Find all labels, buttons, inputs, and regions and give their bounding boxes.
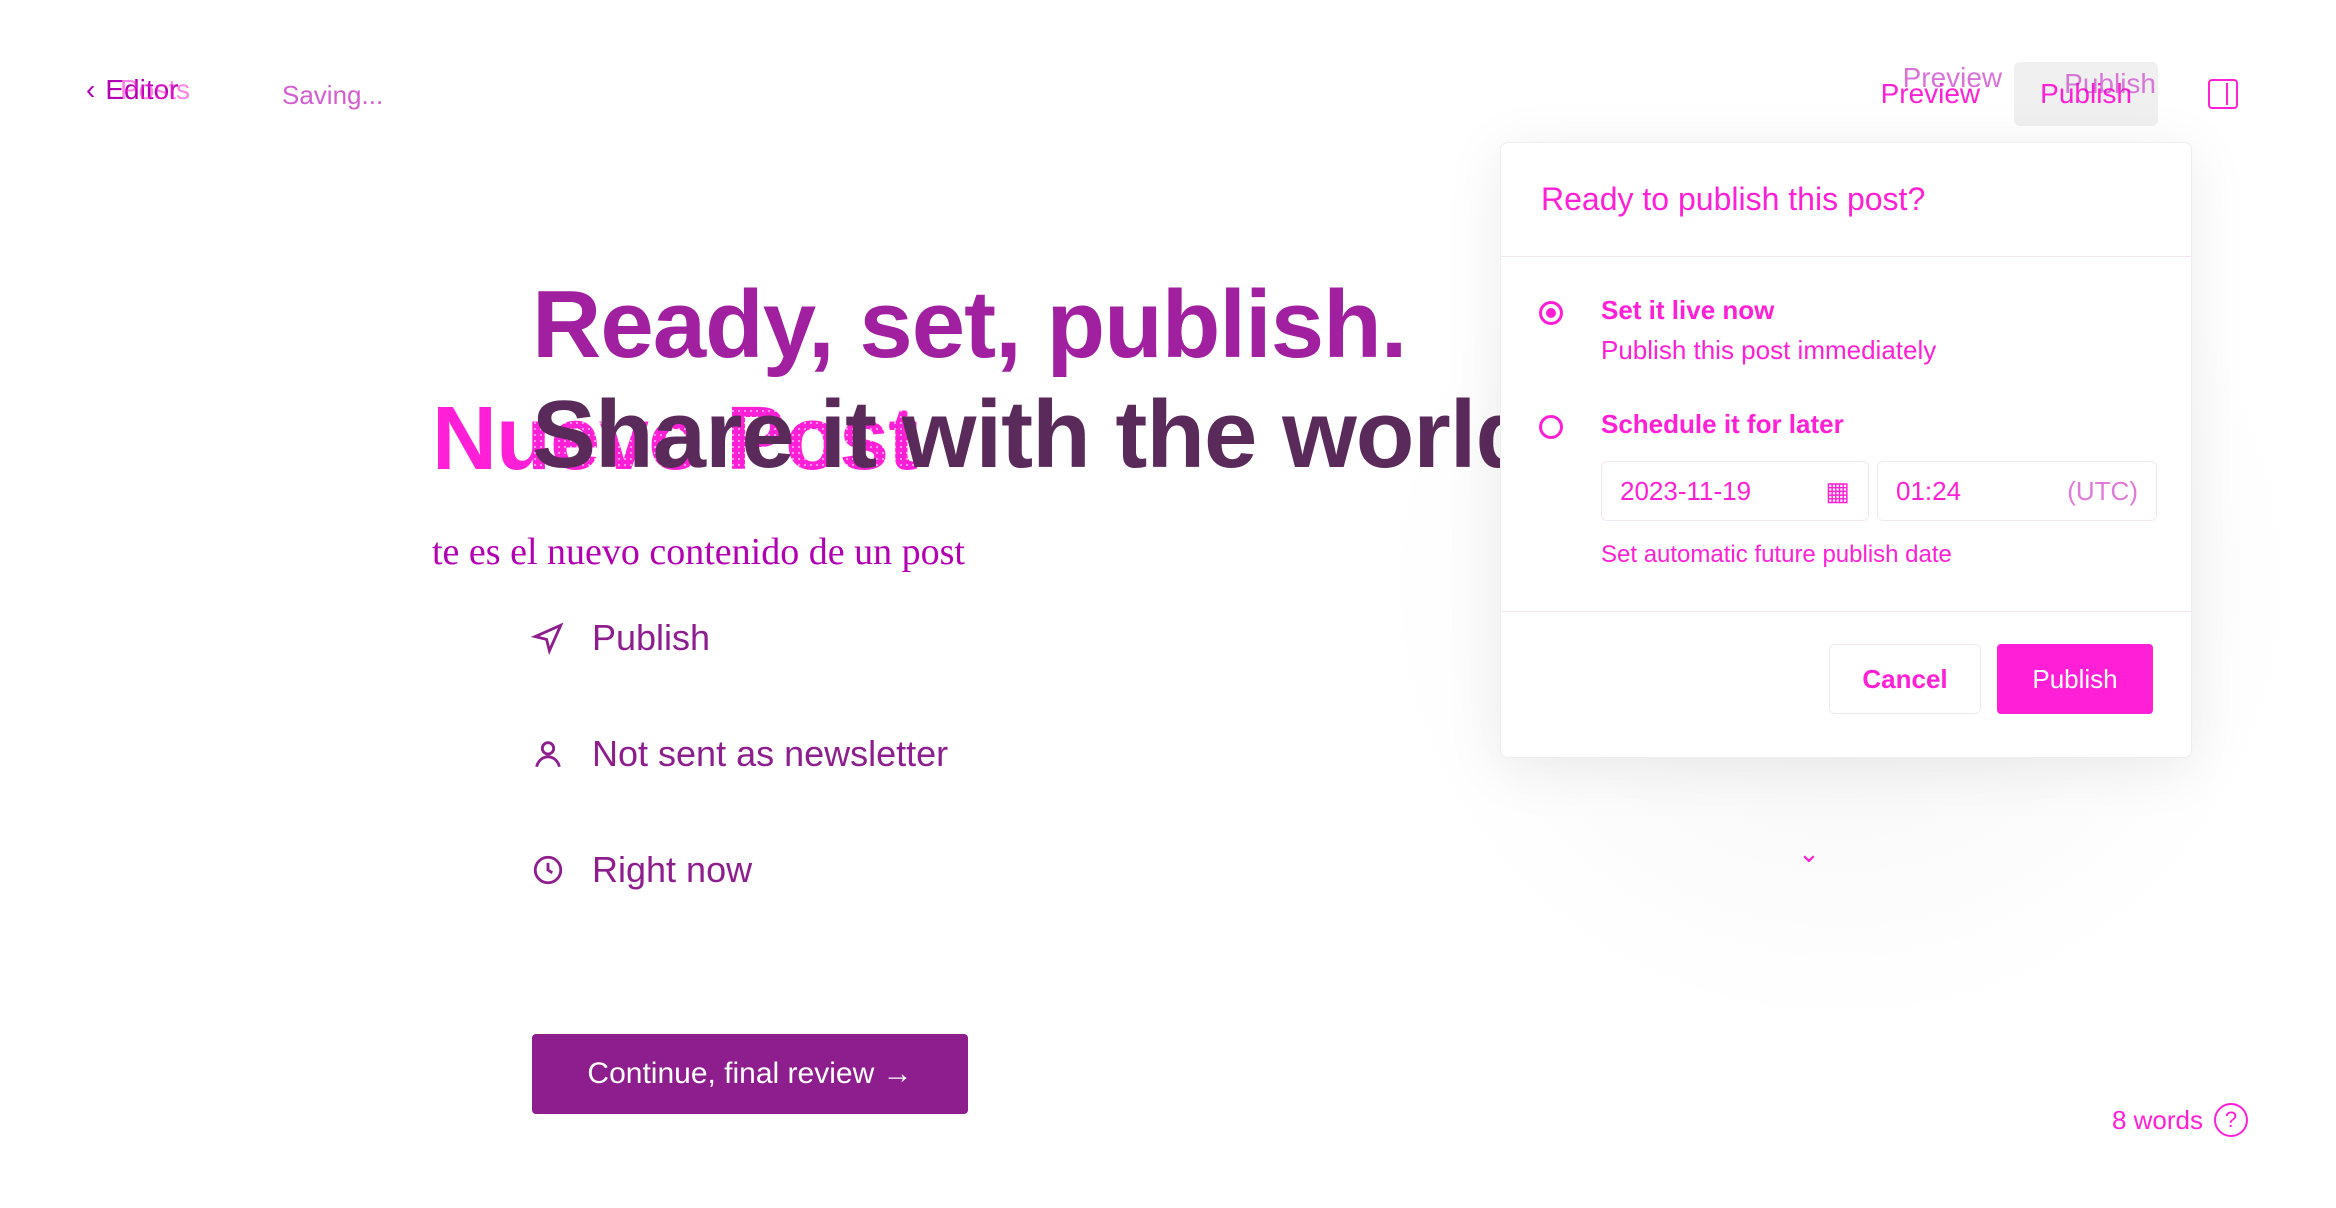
popover-footer: Cancel Publish (1501, 611, 2191, 757)
word-count: 8 words (2111, 1105, 2203, 1135)
setting-label-publish: Publish (592, 617, 711, 658)
date-value: 2023-11-19 (1620, 475, 1752, 506)
publish-settings: Publish Not sent as newsletter Right now (530, 580, 948, 928)
date-field[interactable]: 2023-11-19 ▦ (1601, 461, 1869, 521)
schedule-fields: 2023-11-19 ▦ 01:24 (UTC) (1601, 461, 2157, 521)
top-actions: Preview Preview Publish Publish (1865, 62, 2238, 126)
back-to-editor-link[interactable]: ‹ Editor Posts (86, 74, 190, 106)
user-icon (530, 736, 566, 772)
setting-row-time[interactable]: Right now (530, 812, 948, 928)
calendar-icon: ▦ (1825, 475, 1850, 506)
chevron-left-icon: ‹ (86, 74, 96, 105)
post-content-ghost: te es el nuevo contenido de un post (432, 531, 965, 573)
continue-final-review-button[interactable]: Continue, final review → (532, 1034, 968, 1114)
radio-later[interactable] (1539, 415, 1563, 439)
cancel-button[interactable]: Cancel (1829, 644, 1981, 714)
setting-label-time: Right now (592, 849, 753, 890)
option-now-sub: Publish this post immediately (1601, 335, 1937, 365)
back-ghost-label: Posts (120, 74, 191, 105)
radio-now[interactable] (1539, 301, 1563, 325)
clock-icon (530, 852, 566, 888)
popover-title: Ready to publish this post? (1501, 143, 2191, 257)
publish-top-button[interactable]: Publish Publish (2014, 62, 2158, 126)
schedule-help: Set automatic future publish date (1601, 541, 1952, 568)
time-field[interactable]: 01:24 (UTC) (1877, 461, 2157, 521)
option-now-label: Set it live now (1601, 295, 1775, 325)
timezone-label: (UTC) (2067, 475, 2138, 506)
publish-popover: Ready to publish this post? Set it live … (1500, 142, 2192, 758)
time-value: 01:24 (1896, 475, 1962, 506)
chevron-down-icon: ⌄ (1798, 838, 1820, 868)
setting-label-newsletter: Not sent as newsletter (592, 733, 949, 774)
send-icon (530, 620, 566, 656)
option-later-label: Schedule it for later (1601, 409, 1844, 439)
publish-top-ghost-label: Publish (2064, 68, 2156, 99)
top-bar: ‹ Editor Posts Saving... Preview Preview… (0, 0, 2336, 150)
preview-ghost-label: Preview (1902, 62, 2003, 93)
sidebar-toggle-icon[interactable] (2208, 79, 2238, 109)
preview-button[interactable]: Preview Preview (1865, 62, 2003, 120)
setting-row-newsletter[interactable]: Not sent as newsletter (530, 696, 948, 812)
help-icon[interactable]: ? (2214, 1103, 2248, 1137)
saving-status: Saving... (282, 80, 384, 110)
setting-row-publish-type[interactable]: Publish (530, 580, 948, 696)
publish-confirm-button[interactable]: Publish (1997, 644, 2153, 714)
